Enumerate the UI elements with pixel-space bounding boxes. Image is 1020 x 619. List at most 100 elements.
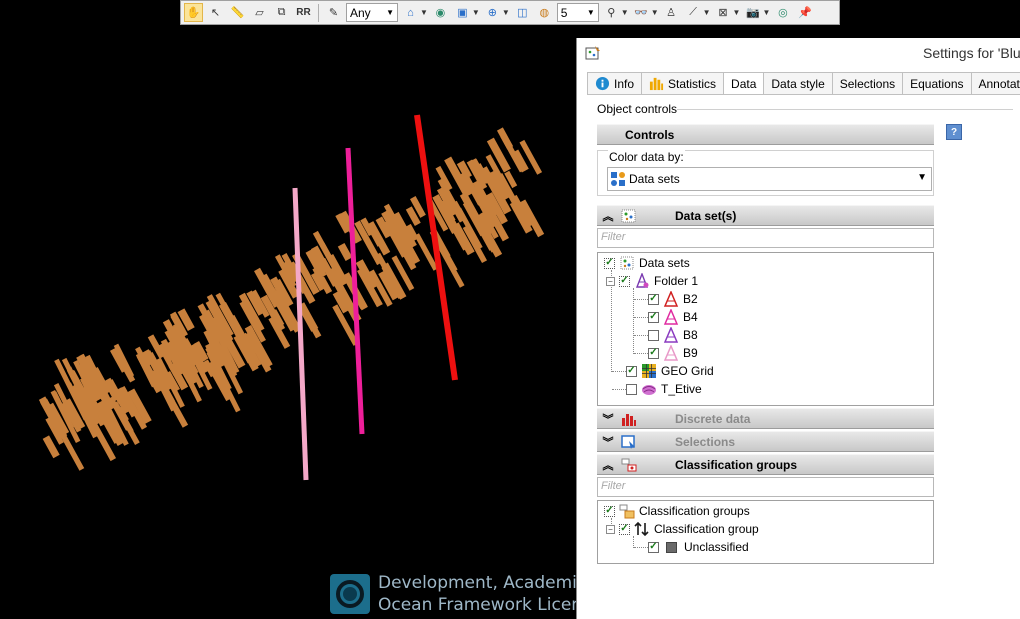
expand-icon[interactable]: ︾ xyxy=(601,411,615,427)
measure-icon[interactable]: 📏 xyxy=(228,3,247,22)
tree-node-t-etive[interactable]: T_Etive xyxy=(626,380,702,398)
checkbox[interactable]: ✓ xyxy=(604,505,615,517)
object-controls-label: Object controls xyxy=(597,102,678,116)
panel-title: Settings for 'Blu xyxy=(923,45,1020,61)
camera-icon[interactable]: 📷 xyxy=(743,3,762,22)
classification-filter-input[interactable]: Filter xyxy=(597,477,934,497)
person-view-icon[interactable]: ♙ xyxy=(662,3,681,22)
tree-node-geo-grid[interactable]: ✓ GEO Grid xyxy=(626,362,714,380)
section-title: Controls xyxy=(625,127,675,142)
edit-pencil-icon[interactable]: ✎ xyxy=(324,3,343,22)
selections-section-header[interactable]: ︾ Selections xyxy=(597,431,934,452)
tab-statistics[interactable]: Statistics xyxy=(641,72,725,94)
home-view-icon[interactable]: ⌂ xyxy=(401,3,420,22)
chevron-down-icon[interactable]: ▼ xyxy=(420,8,428,17)
tab-data[interactable]: Data xyxy=(723,72,765,94)
selection-combo[interactable]: Any ▼ xyxy=(346,3,398,22)
section-title: Data set(s) xyxy=(675,208,737,223)
tree-node-unclassified[interactable]: ✓ Unclassified xyxy=(648,538,749,556)
point-cloud-stroke xyxy=(449,200,467,223)
collapse-icon[interactable]: ︽ xyxy=(601,457,615,473)
checkbox[interactable]: ✓ xyxy=(648,541,659,553)
collapse-tree-icon[interactable]: − xyxy=(606,276,615,286)
classification-groups-icon xyxy=(619,504,635,519)
license-watermark: Development, Academia Ocean Framework Li… xyxy=(330,572,591,616)
tree-node-classification-groups[interactable]: ✓ Classification groups xyxy=(604,502,750,520)
tab-divider xyxy=(587,94,1020,95)
eye-cross-icon[interactable]: ◎ xyxy=(773,3,792,22)
tree-guide xyxy=(634,299,648,300)
statistics-icon xyxy=(649,77,664,91)
checkbox[interactable]: ✓ xyxy=(619,523,630,535)
binoculars-icon[interactable]: 👓 xyxy=(632,3,651,22)
globe-view-icon[interactable]: ◍ xyxy=(535,3,554,22)
checkbox[interactable]: ✓ xyxy=(648,347,659,359)
checkbox[interactable] xyxy=(648,329,659,341)
chevron-down-icon[interactable]: ▼ xyxy=(621,8,629,17)
eye-view-icon[interactable]: ◉ xyxy=(431,3,450,22)
chevron-down-icon[interactable]: ▼ xyxy=(733,8,741,17)
well-trace-b9 xyxy=(292,187,309,481)
tree-node-well-b9[interactable]: ✓ B9 xyxy=(648,344,698,362)
collapse-icon[interactable]: ︽ xyxy=(601,208,615,224)
chevron-down-icon[interactable]: ▼ xyxy=(651,8,659,17)
chevron-down-icon[interactable]: ▼ xyxy=(762,8,770,17)
checkbox[interactable] xyxy=(626,383,637,395)
tree-node-classification-group[interactable]: − ✓ Classification group xyxy=(606,520,759,538)
checkbox[interactable]: ✓ xyxy=(604,257,615,269)
checkbox[interactable]: ✓ xyxy=(626,365,637,377)
tree-node-data-sets[interactable]: ✓ Data sets xyxy=(604,254,690,272)
section-title: Discrete data xyxy=(675,411,751,426)
datasets-filter-input[interactable]: Filter xyxy=(597,228,934,248)
select-arrow-icon[interactable]: ↖ xyxy=(206,3,225,22)
axis-tool-icon[interactable]: ⟋ xyxy=(684,3,703,22)
chevron-down-icon[interactable]: ▼ xyxy=(472,8,480,17)
count-combo[interactable]: 5 ▼ xyxy=(556,3,599,22)
zoom-icon[interactable]: ⚲ xyxy=(602,3,621,22)
pin-icon[interactable]: 📌 xyxy=(795,3,814,22)
3d-viewport[interactable] xyxy=(0,0,576,619)
tab-data-style[interactable]: Data style xyxy=(763,72,833,94)
controls-section-header[interactable]: Controls xyxy=(597,124,934,145)
datasets-tree: ✓ Data sets − ✓ Folder 1 ✓ B2 ✓ B4 B8 ✓ xyxy=(597,252,934,406)
datasets-section-header[interactable]: ︽ Data set(s) xyxy=(597,205,934,226)
tree-node-label: T_Etive xyxy=(661,382,702,396)
checkbox[interactable]: ✓ xyxy=(648,293,659,305)
color-by-select[interactable]: Data sets ▼ xyxy=(607,167,932,191)
tab-info[interactable]: Info xyxy=(587,72,643,94)
tree-node-label: B4 xyxy=(683,310,698,324)
classification-section-header[interactable]: ︽ Classification groups xyxy=(597,454,934,475)
checkbox[interactable]: ✓ xyxy=(648,311,659,323)
group-divider xyxy=(677,109,1013,110)
tree-node-label: Classification group xyxy=(654,522,759,536)
target-view-icon[interactable]: ⊕ xyxy=(483,3,502,22)
collapse-tree-icon[interactable]: − xyxy=(606,524,615,534)
copy-icon[interactable]: ⧉ xyxy=(272,3,291,22)
well-icon xyxy=(663,345,679,361)
close-tool-icon[interactable]: ⊠ xyxy=(714,3,733,22)
window-toolbar: ✋ ↖ 📏 ▱ ⧉ RR ✎ Any ▼ ⌂ ▼ ◉ ▣ ▼ ⊕ ▼ ◫ ◍ 5 ▼ ⚲ ▼… xyxy=(180,0,840,25)
help-icon[interactable]: ? xyxy=(946,124,962,140)
tree-node-well-b8[interactable]: B8 xyxy=(648,326,698,344)
tree-node-well-b4[interactable]: ✓ B4 xyxy=(648,308,698,326)
tree-node-folder[interactable]: − ✓ Folder 1 xyxy=(606,272,698,290)
tree-node-well-b2[interactable]: ✓ B2 xyxy=(648,290,698,308)
pan-hand-icon[interactable]: ✋ xyxy=(184,3,203,22)
tab-equations[interactable]: Equations xyxy=(902,72,972,94)
chevron-down-icon[interactable]: ▼ xyxy=(502,8,510,17)
box-view-icon[interactable]: ▣ xyxy=(453,3,472,22)
expand-icon[interactable]: ︾ xyxy=(601,434,615,450)
discrete-data-section-header[interactable]: ︾ Discrete data xyxy=(597,408,934,429)
tab-selections[interactable]: Selections xyxy=(831,72,904,94)
tab-annotations[interactable]: Annotatio xyxy=(970,72,1020,94)
cube-view-icon[interactable]: ◫ xyxy=(513,3,532,22)
chevron-down-icon[interactable]: ▼ xyxy=(703,8,711,17)
eraser-icon[interactable]: ▱ xyxy=(250,3,269,22)
tab-label: Info xyxy=(614,76,635,91)
data-sets-icon xyxy=(620,256,634,270)
point-cloud-stroke xyxy=(301,309,322,339)
checkbox[interactable]: ✓ xyxy=(619,275,630,287)
tab-label: Annotatio xyxy=(978,76,1020,91)
color-by-value: Data sets xyxy=(629,172,680,186)
rr-tool-icon[interactable]: RR xyxy=(294,3,313,22)
